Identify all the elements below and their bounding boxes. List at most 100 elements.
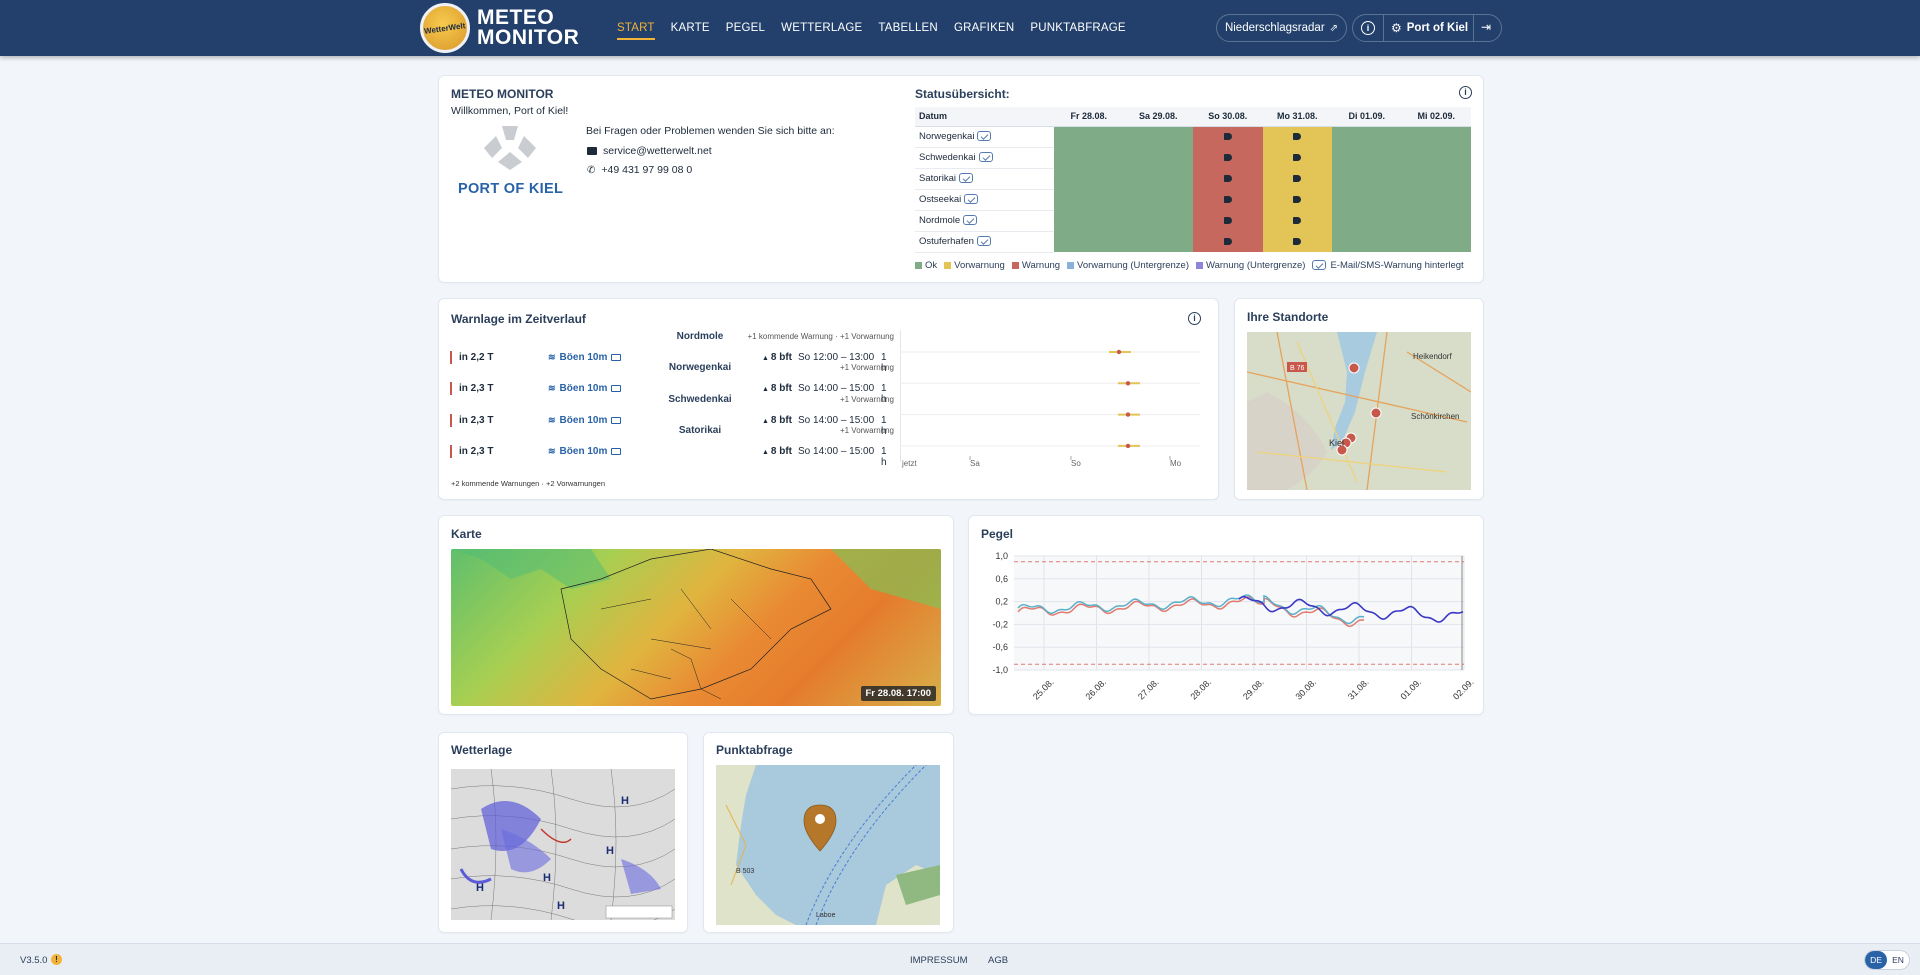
status-cell-vorwarnung[interactable] xyxy=(1262,231,1332,252)
status-info-icon[interactable]: i xyxy=(1459,86,1472,99)
status-cell-ok[interactable] xyxy=(1054,168,1124,189)
status-cell-vorwarnung[interactable] xyxy=(1262,126,1332,147)
email-sms-badge-icon[interactable] xyxy=(978,152,993,163)
status-cell-ok[interactable] xyxy=(1401,147,1471,168)
contact-email-row[interactable]: service@wetterwelt.net xyxy=(587,145,712,157)
timeline-warning-mark[interactable] xyxy=(1125,412,1131,417)
lang-en-button[interactable]: EN xyxy=(1887,951,1909,969)
status-cell-vorwarnung[interactable] xyxy=(1262,189,1332,210)
email-sms-badge-icon[interactable] xyxy=(976,236,991,247)
status-cell-ok[interactable] xyxy=(1054,147,1124,168)
status-cell-ok[interactable] xyxy=(1054,210,1124,231)
status-cell-ok[interactable] xyxy=(1123,126,1193,147)
status-cell-ok[interactable] xyxy=(1332,210,1402,231)
legend-item: Ok xyxy=(915,260,937,271)
standorte-map[interactable]: Heikendorf Schönkirchen Kiel B 76 xyxy=(1247,332,1471,490)
status-row[interactable]: Satorikai xyxy=(915,168,1471,190)
lang-de-button[interactable]: DE xyxy=(1865,951,1887,969)
wind-warning-icon xyxy=(1223,153,1232,161)
status-row[interactable]: Schwedenkai xyxy=(915,147,1471,169)
email-sms-badge-icon[interactable] xyxy=(964,194,979,205)
status-cell-warnung[interactable] xyxy=(1193,189,1263,210)
timeline-warning-mark[interactable] xyxy=(1125,381,1131,386)
phone-icon: ✆ xyxy=(587,164,596,176)
warn-row[interactable]: in 2,3 T ≋ Böen 10m ▲ 8 bft So 14:00 – 15:00… xyxy=(450,444,890,468)
timeline-tick-label: So xyxy=(1071,459,1081,468)
warn-note: +1 Vorwarnung xyxy=(839,425,894,435)
nav-punktabfrage[interactable]: PUNKTABFRAGE xyxy=(1030,0,1125,56)
nav-karte[interactable]: KARTE xyxy=(671,0,710,56)
status-cell-ok[interactable] xyxy=(1401,231,1471,252)
nav-tabellen[interactable]: TABELLEN xyxy=(878,0,938,56)
status-row[interactable]: Ostuferhafen xyxy=(915,231,1471,253)
status-cell-ok[interactable] xyxy=(1123,231,1193,252)
nav-grafiken[interactable]: GRAFIKEN xyxy=(954,0,1014,56)
status-cell-ok[interactable] xyxy=(1054,126,1124,147)
wind-warning-icon xyxy=(1223,132,1232,140)
pegel-x-tick: 02.09. xyxy=(1451,677,1474,702)
nav-pegel[interactable]: PEGEL xyxy=(726,0,765,56)
nav-start[interactable]: START xyxy=(617,0,655,56)
status-cell-warnung[interactable] xyxy=(1193,126,1263,147)
status-cell-ok[interactable] xyxy=(1332,189,1402,210)
legend-item: Warnung xyxy=(1011,260,1060,271)
status-date-col: Di 01.09. xyxy=(1332,107,1402,127)
email-sms-badge-icon[interactable] xyxy=(963,215,978,226)
status-cell-warnung[interactable] xyxy=(1193,210,1263,231)
status-cell-ok[interactable] xyxy=(1054,231,1124,252)
status-row[interactable]: Nordmole xyxy=(915,210,1471,232)
warn-when: in 2,3 T xyxy=(459,414,494,426)
status-cell-vorwarnung[interactable] xyxy=(1262,147,1332,168)
timeline-warning-mark[interactable] xyxy=(1116,349,1122,355)
legend-swatch xyxy=(1196,261,1203,269)
status-cell-ok[interactable] xyxy=(1332,147,1402,168)
status-cell-ok[interactable] xyxy=(1401,126,1471,147)
email-sms-badge-icon[interactable] xyxy=(958,173,973,184)
status-cell-ok[interactable] xyxy=(1123,147,1193,168)
pegel-x-tick: 26.08. xyxy=(1083,677,1108,702)
status-cell-warnung[interactable] xyxy=(1193,168,1263,189)
niederschlagsradar-button[interactable]: Niederschlagsradar ⇗ xyxy=(1216,14,1347,42)
impressum-link[interactable]: IMPRESSUM xyxy=(910,955,968,966)
settings-button[interactable]: ⚙ Port of Kiel xyxy=(1391,21,1468,35)
status-date-col: Mi 02.09. xyxy=(1401,107,1471,127)
status-cell-ok[interactable] xyxy=(1332,231,1402,252)
mail-icon xyxy=(611,385,622,393)
wetterlage-map[interactable]: H H H H H xyxy=(451,769,675,920)
version-label[interactable]: V3.5.0 xyxy=(20,955,47,966)
status-cell-ok[interactable] xyxy=(1401,189,1471,210)
status-cell-vorwarnung[interactable] xyxy=(1262,168,1332,189)
info-button[interactable]: i xyxy=(1361,21,1375,35)
status-cell-ok[interactable] xyxy=(1054,189,1124,210)
status-cell-ok[interactable] xyxy=(1332,168,1402,189)
status-cell-ok[interactable] xyxy=(1401,168,1471,189)
status-cell-warnung[interactable] xyxy=(1193,147,1263,168)
status-cell-ok[interactable] xyxy=(1401,210,1471,231)
status-row[interactable]: Norwegenkai xyxy=(915,126,1471,148)
status-cell-ok[interactable] xyxy=(1123,189,1193,210)
email-sms-badge-icon[interactable] xyxy=(977,131,992,142)
status-cell-ok[interactable] xyxy=(1123,210,1193,231)
agb-link[interactable]: AGB xyxy=(988,955,1008,966)
contact-phone-row[interactable]: ✆ +49 431 97 99 08 0 xyxy=(587,164,692,176)
punktabfrage-map[interactable]: B 503 Laboe xyxy=(716,765,940,925)
status-cell-ok[interactable] xyxy=(1123,168,1193,189)
status-cell-warnung[interactable] xyxy=(1193,231,1263,252)
wetterwelt-logo[interactable]: WetterWelt xyxy=(420,3,470,53)
status-row[interactable]: Ostseekai xyxy=(915,189,1471,211)
warnlage-title: Warnlage im Zeitverlauf xyxy=(451,312,586,326)
arrow-up-icon: ▲ xyxy=(762,448,771,456)
warning-badge-icon[interactable]: ! xyxy=(51,954,62,965)
pegel-title: Pegel xyxy=(981,527,1014,541)
logout-icon: ⇥ xyxy=(1481,20,1492,34)
timeline-warning-mark[interactable] xyxy=(1125,443,1131,449)
warnlage-info-icon[interactable]: i xyxy=(1188,312,1201,325)
status-cell-vorwarnung[interactable] xyxy=(1262,210,1332,231)
nav-wetterlage[interactable]: WETTERLAGE xyxy=(781,0,862,56)
status-cell-ok[interactable] xyxy=(1332,126,1402,147)
karte-map[interactable]: Fr 28.08. 17:00 xyxy=(451,549,941,706)
pegel-chart[interactable]: 1,0 0,6 0,2 -0,2 -0,6 -1,0 25.08. 26.08. 27.08. 2… xyxy=(978,548,1474,710)
wind-warning-icon xyxy=(1293,237,1302,245)
app-brand[interactable]: METEO MONITOR xyxy=(477,7,579,48)
logout-button[interactable]: ⇥ xyxy=(1481,20,1491,34)
